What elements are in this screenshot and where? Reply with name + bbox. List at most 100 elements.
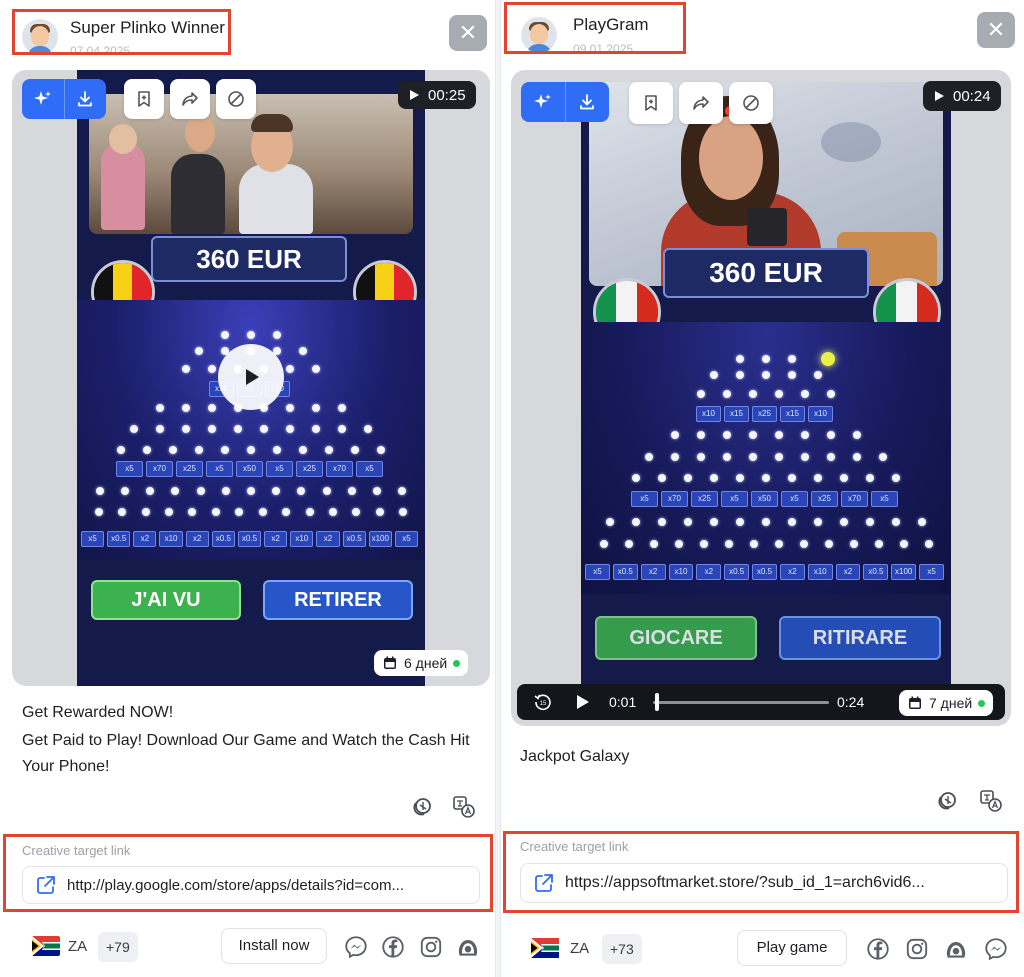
play-icon[interactable] [573, 693, 591, 711]
plinko-peg [671, 452, 679, 461]
plinko-peg [211, 508, 220, 516]
advertiser-name[interactable]: PlayGram [573, 15, 649, 35]
plinko-peg [762, 474, 770, 483]
plinko-peg [879, 452, 887, 461]
sparkle-icon[interactable] [521, 92, 565, 112]
plinko-peg [824, 539, 833, 548]
facebook-icon[interactable] [865, 936, 891, 962]
ad-media: 360 EUR x10 x15 x25 x15 x10 x5 x70 x25 x5 x50 x5 x2… [511, 70, 1011, 726]
block-icon[interactable] [729, 82, 773, 124]
play-icon[interactable] [218, 344, 284, 410]
multiplier-label: x10 [696, 406, 721, 423]
plinko-peg [788, 474, 796, 483]
plinko-ball [821, 352, 835, 366]
plinko-peg [221, 331, 229, 340]
plinko-peg [347, 487, 356, 496]
block-icon[interactable] [216, 79, 256, 119]
multiplier-label: x25 [811, 490, 838, 507]
plinko-peg [827, 390, 835, 398]
plinko-peg [788, 517, 796, 526]
advertiser-name[interactable]: Super Plinko Winner [70, 18, 225, 38]
audience-network-icon[interactable] [943, 936, 969, 962]
plinko-peg [788, 370, 796, 379]
instagram-icon[interactable] [418, 934, 444, 960]
plinko-peg [247, 445, 255, 454]
more-countries-badge[interactable]: +79 [98, 932, 138, 962]
download-icon[interactable] [64, 89, 106, 109]
share-icon[interactable] [679, 82, 723, 124]
translate-icon[interactable] [452, 795, 476, 819]
video-duration: 00:25 [398, 81, 476, 109]
messenger-icon[interactable] [983, 936, 1009, 962]
plinko-peg [373, 487, 382, 496]
plinko-peg [182, 365, 190, 373]
duplicates-icon[interactable] [410, 795, 434, 819]
translate-icon[interactable] [979, 789, 1003, 813]
rewind-15-icon[interactable]: 15 [533, 692, 553, 712]
target-link-url[interactable]: https://appsoftmarket.store/?sub_id_1=ar… [565, 874, 925, 892]
plinko-peg [801, 430, 809, 439]
download-icon[interactable] [565, 92, 609, 112]
plinko-peg [724, 539, 733, 548]
plinko-peg [117, 445, 125, 454]
multiplier-label: x5 [919, 564, 944, 581]
more-countries-badge[interactable]: +73 [602, 934, 642, 964]
plinko-peg [632, 474, 640, 483]
days-active-text: 7 дней [929, 695, 973, 711]
plinko-peg [305, 508, 314, 516]
plinko-peg [853, 452, 861, 461]
active-status-dot [453, 659, 461, 667]
duplicates-icon[interactable] [935, 789, 959, 813]
plinko-peg [312, 365, 320, 373]
plinko-peg [258, 508, 267, 516]
bookmark-icon[interactable] [629, 82, 673, 124]
plinko-peg [723, 390, 731, 398]
bookmark-icon[interactable] [124, 79, 164, 119]
svg-text:15: 15 [540, 701, 547, 707]
multiplier-label: x5 [81, 531, 105, 548]
multiplier-label: x10 [668, 564, 694, 581]
plinko-peg [282, 508, 291, 516]
plinko-peg [710, 370, 718, 379]
cta-play-game-button[interactable]: Play game [737, 930, 847, 966]
facebook-icon[interactable] [380, 934, 406, 960]
plinko-peg [156, 404, 164, 412]
close-button[interactable]: ✕ [449, 15, 487, 51]
plinko-peg [606, 517, 614, 526]
multiplier-label: x0.5 [752, 564, 777, 581]
advertiser-avatar[interactable] [22, 19, 58, 55]
target-link-field[interactable]: http://play.google.com/store/apps/detail… [22, 866, 480, 904]
plinko-peg [801, 390, 809, 398]
plinko-peg [827, 452, 835, 461]
target-link-field[interactable]: https://appsoftmarket.store/?sub_id_1=ar… [520, 863, 1008, 903]
plinko-peg [325, 445, 333, 454]
plinko-peg [645, 452, 653, 461]
plinko-peg [658, 474, 666, 483]
plinko-peg [775, 430, 783, 439]
cta-install-now-button[interactable]: Install now [221, 928, 327, 964]
plinko-peg [599, 539, 608, 548]
advertiser-avatar[interactable] [521, 17, 557, 53]
plinko-peg [674, 539, 683, 548]
plinko-peg [273, 445, 281, 454]
share-icon[interactable] [170, 79, 210, 119]
plinko-peg [710, 474, 718, 483]
ad-video[interactable]: 360 EUR x10x5x10x5x70x25x5x50x5x25x70x5x… [77, 70, 425, 686]
plinko-peg [208, 424, 216, 433]
multiplier-label: x5 [781, 490, 808, 507]
plinko-peg [182, 424, 190, 433]
progress-track[interactable] [653, 701, 829, 704]
multiplier-label: x2 [640, 564, 666, 581]
audience-network-icon[interactable] [455, 934, 481, 960]
plinko-peg [234, 424, 242, 433]
sparkle-icon[interactable] [22, 89, 64, 109]
ad-date: 09.01.2025 [573, 42, 634, 56]
instagram-icon[interactable] [904, 936, 930, 962]
messenger-icon[interactable] [343, 934, 369, 960]
ad-video[interactable]: 360 EUR x10 x15 x25 x15 x10 x5 x70 x25 x5 x50 x5 x2… [581, 82, 951, 686]
close-button[interactable]: ✕ [977, 12, 1015, 48]
country-code: ZA [570, 940, 590, 957]
progress-knob[interactable] [655, 693, 659, 711]
target-link-url[interactable]: http://play.google.com/store/apps/detail… [67, 877, 404, 894]
multiplier-label: x2 [133, 531, 157, 548]
